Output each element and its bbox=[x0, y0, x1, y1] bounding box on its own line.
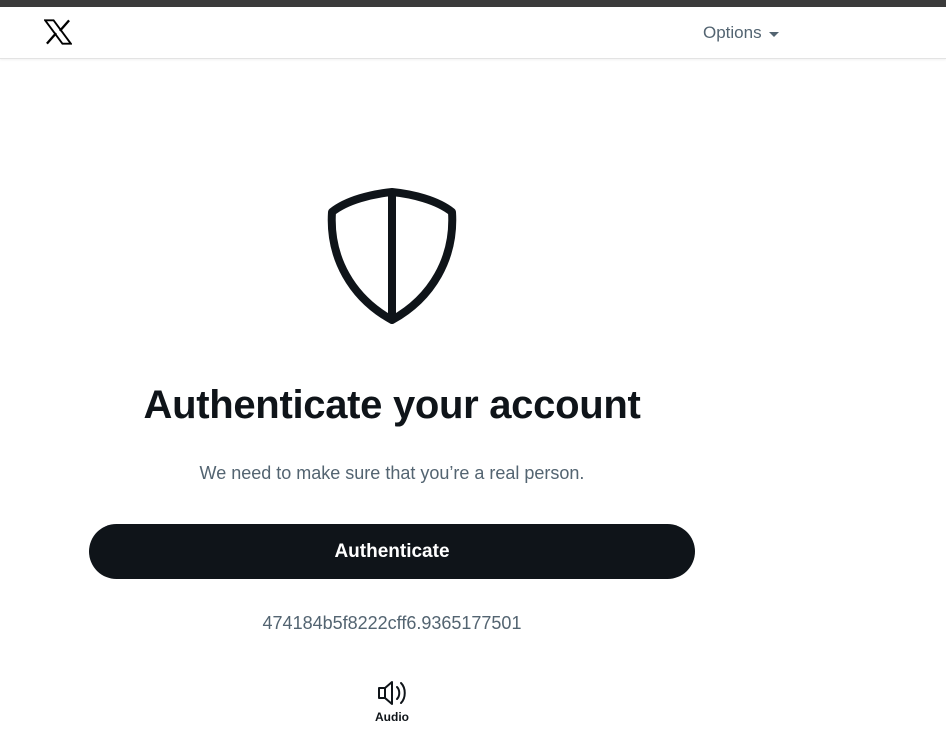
session-id-text: 474184b5f8222cff6.9365177501 bbox=[262, 613, 522, 633]
caret-down-icon bbox=[768, 31, 779, 37]
page-subtitle: We need to make sure that you’re a real … bbox=[199, 463, 585, 483]
options-dropdown[interactable]: Options bbox=[703, 23, 779, 43]
shield-icon bbox=[327, 188, 457, 324]
authenticate-button[interactable]: Authenticate bbox=[89, 524, 695, 579]
page-title: Authenticate your account bbox=[143, 383, 641, 427]
window-top-border bbox=[0, 0, 946, 7]
top-bar: Options bbox=[0, 7, 946, 59]
options-label: Options bbox=[703, 23, 762, 42]
audio-label: Audio bbox=[375, 710, 409, 724]
x-logo-icon[interactable] bbox=[43, 19, 73, 45]
audio-button[interactable]: Audio bbox=[366, 678, 418, 730]
speaker-icon bbox=[378, 681, 406, 705]
